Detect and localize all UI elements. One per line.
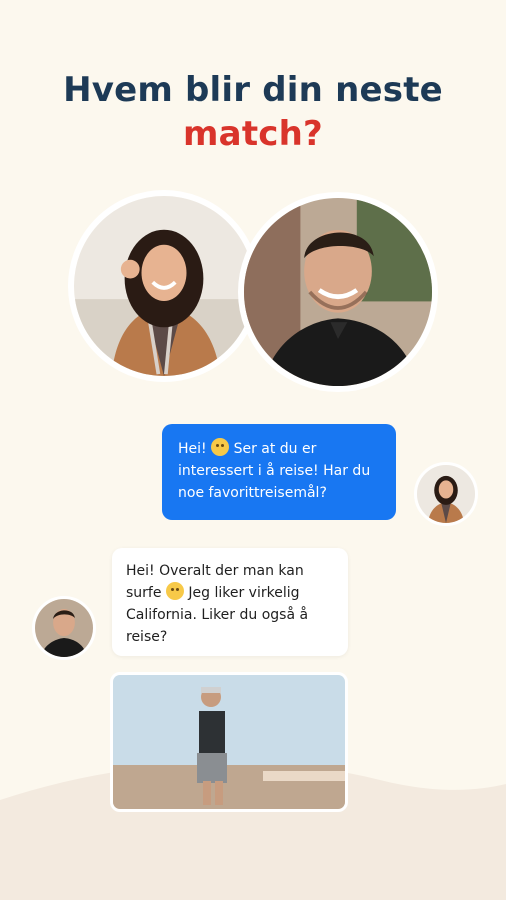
woman-avatar <box>414 462 478 526</box>
outgoing-message-greeting: Hei! <box>178 441 207 457</box>
title-line-1: Hvem blir din neste <box>63 70 443 110</box>
smiling-emoji-icon <box>211 438 230 456</box>
outgoing-message-text: Ser at du er interessert i å reise! Har … <box>178 441 371 501</box>
outgoing-message-bubble: Hei! Ser at du er interessert i å reise!… <box>162 424 396 520</box>
match-woman-photo <box>68 190 260 382</box>
title-line-2-accent: match? <box>183 114 323 154</box>
page-title: Hvem blir din neste match? <box>0 68 506 156</box>
man-avatar <box>32 596 96 660</box>
match-man-photo <box>238 192 438 392</box>
shared-beach-photo <box>110 672 348 812</box>
smiley-emoji-icon <box>165 582 184 600</box>
incoming-message-bubble: Hei! Overalt der man kan surfe Jeg liker… <box>112 548 348 656</box>
